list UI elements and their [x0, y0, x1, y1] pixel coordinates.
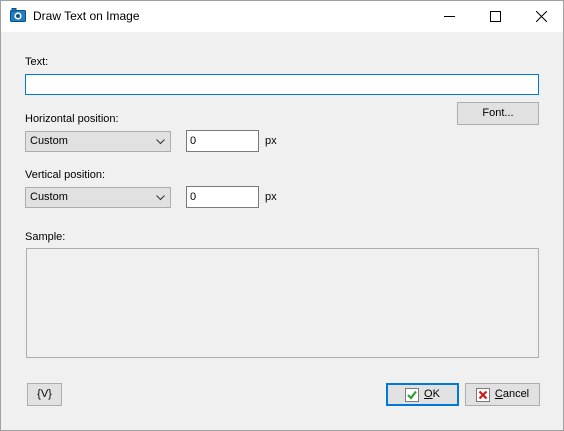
checkmark-icon: [405, 387, 420, 402]
cancel-button[interactable]: Cancel: [465, 383, 540, 406]
cancel-x-icon: [475, 387, 490, 402]
title-bar[interactable]: Draw Text on Image: [1, 1, 563, 32]
dialog-window: Draw Text on Image Text: Font... Horizon…: [0, 0, 564, 431]
sample-label: Sample:: [25, 231, 66, 243]
horizontal-unit-label: px: [265, 135, 277, 147]
text-label: Text:: [25, 56, 49, 68]
close-icon: [536, 11, 547, 22]
cancel-label: Cancel: [494, 388, 530, 400]
chevron-down-icon: [156, 139, 165, 145]
vertical-position-input[interactable]: [186, 186, 259, 208]
vertical-position-selected: Custom: [30, 191, 68, 203]
horizontal-position-select[interactable]: Custom: [25, 131, 171, 152]
window-title: Draw Text on Image: [33, 9, 140, 23]
ok-button[interactable]: OK: [386, 383, 459, 406]
maximize-icon: [490, 11, 501, 22]
maximize-button[interactable]: [473, 1, 519, 32]
minimize-button[interactable]: [427, 1, 473, 32]
vertical-unit-label: px: [265, 191, 277, 203]
horizontal-position-selected: Custom: [30, 135, 68, 147]
image-app-icon: [10, 8, 26, 24]
ok-label: OK: [424, 388, 440, 400]
horizontal-position-label: Horizontal position:: [25, 113, 119, 125]
font-button[interactable]: Font...: [457, 102, 539, 125]
minimize-icon: [444, 16, 455, 17]
close-button[interactable]: [519, 1, 564, 32]
chevron-down-icon: [156, 195, 165, 201]
sample-preview: [26, 248, 539, 358]
text-input[interactable]: [25, 74, 539, 95]
horizontal-position-input[interactable]: [186, 130, 259, 152]
vertical-position-label: Vertical position:: [25, 169, 106, 181]
vertical-position-select[interactable]: Custom: [25, 187, 171, 208]
variables-button[interactable]: {V}: [27, 383, 62, 406]
